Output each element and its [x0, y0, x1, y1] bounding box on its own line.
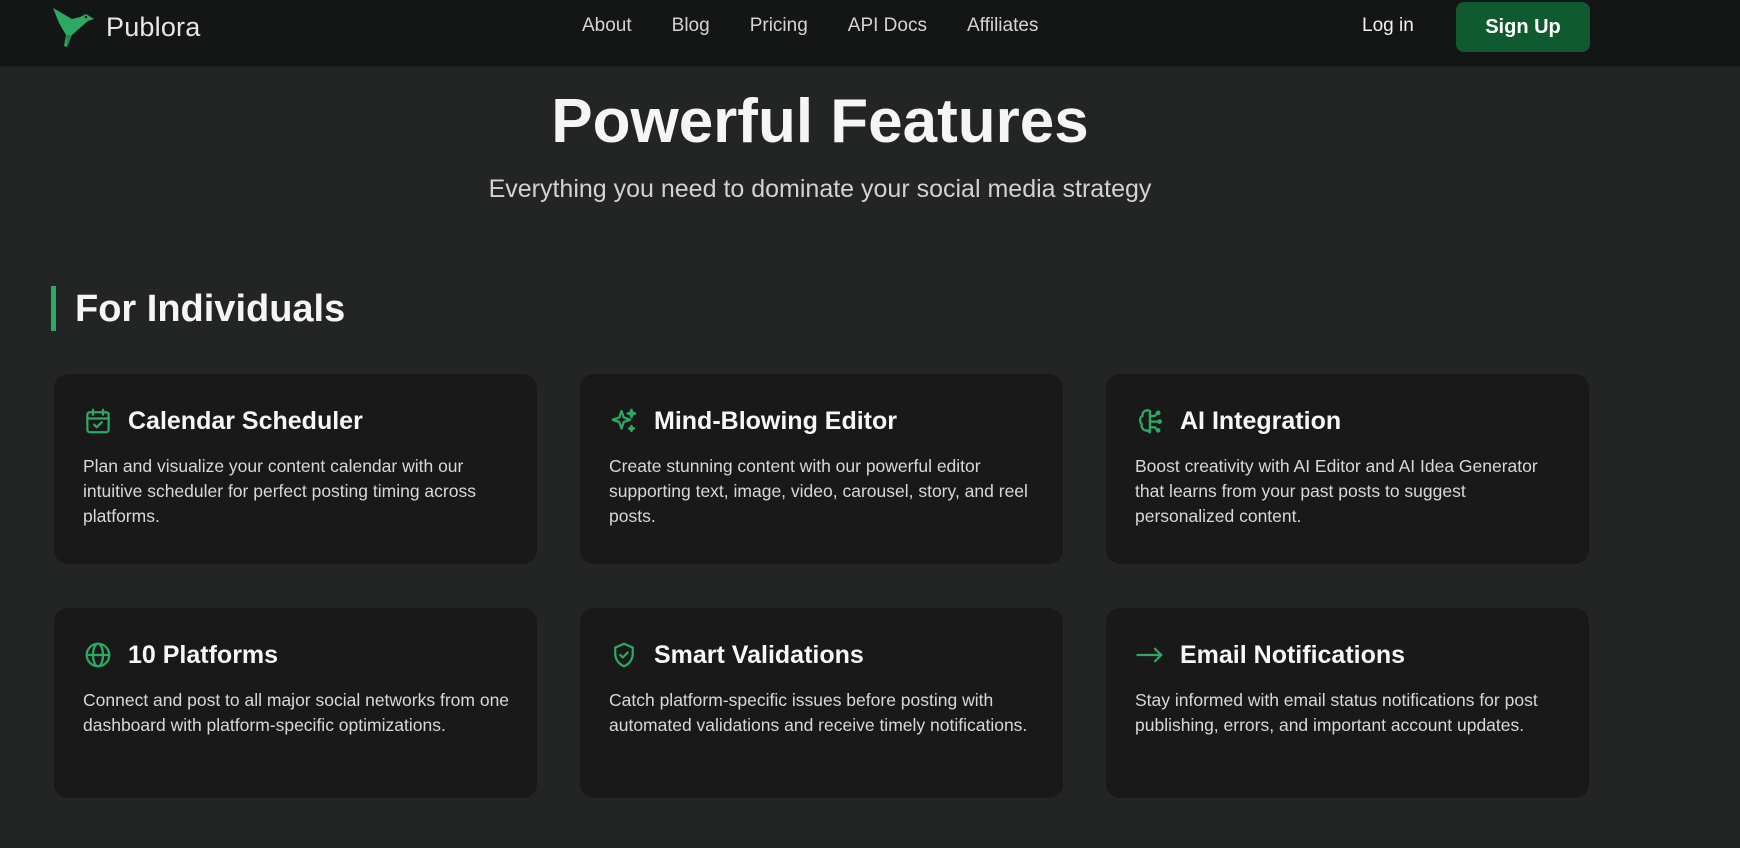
- feature-card-10-platforms: 10 Platforms Connect and post to all maj…: [54, 608, 537, 798]
- nav-link-pricing[interactable]: Pricing: [750, 14, 808, 38]
- login-link[interactable]: Log in: [1362, 14, 1414, 38]
- feature-card-smart-validations: Smart Validations Catch platform-specifi…: [580, 608, 1063, 798]
- feature-card-email-notifications: Email Notifications Stay informed with e…: [1106, 608, 1589, 798]
- feature-description: Stay informed with email status notifica…: [1135, 690, 1538, 735]
- feature-title: 10 Platforms: [128, 641, 279, 669]
- page-title: Powerful Features: [551, 87, 1089, 156]
- nav-link-blog[interactable]: Blog: [672, 14, 710, 38]
- nav-link-api-docs[interactable]: API Docs: [848, 14, 927, 38]
- nav-link-affiliates[interactable]: Affiliates: [967, 14, 1038, 38]
- feature-title: AI Integration: [1180, 407, 1342, 435]
- feature-title: Calendar Scheduler: [128, 407, 363, 435]
- feature-description: Connect and post to all major social net…: [83, 690, 510, 735]
- top-navbar: Publora About Blog Pricing API Docs Affi…: [0, 0, 1740, 66]
- sparkles-icon: [609, 406, 639, 436]
- signup-button[interactable]: Sign Up: [1456, 2, 1590, 52]
- feature-title: Smart Validations: [654, 641, 864, 669]
- section-accent-bar: [51, 286, 56, 331]
- feature-title: Mind-Blowing Editor: [654, 407, 898, 435]
- arrow-right-icon: [1135, 640, 1165, 670]
- feature-description: Plan and visualize your content calendar…: [83, 456, 476, 526]
- brand-name: Publora: [106, 11, 201, 42]
- hummingbird-logo-icon: [53, 8, 94, 47]
- feature-description: Boost creativity with AI Editor and AI I…: [1135, 456, 1538, 526]
- feature-description: Create stunning content with our powerfu…: [609, 456, 1028, 526]
- globe-icon: [83, 640, 113, 670]
- feature-card-calendar-scheduler: Calendar Scheduler Plan and visualize yo…: [54, 374, 537, 564]
- feature-title: Email Notifications: [1180, 641, 1406, 669]
- calendar-check-icon: [83, 406, 113, 436]
- feature-card-ai-integration: AI Integration Boost creativity with AI …: [1106, 374, 1589, 564]
- nav-link-about[interactable]: About: [582, 14, 632, 38]
- shield-check-icon: [609, 640, 639, 670]
- feature-card-mind-blowing-editor: Mind-Blowing Editor Create stunning cont…: [580, 374, 1063, 564]
- feature-description: Catch platform-specific issues before po…: [609, 690, 1028, 735]
- brain-icon: [1135, 406, 1165, 436]
- page-subtitle: Everything you need to dominate your soc…: [488, 175, 1152, 203]
- brand-logo[interactable]: Publora: [50, 5, 200, 49]
- nav-links: About Blog Pricing API Docs Affiliates: [582, 14, 1078, 38]
- section-title: For Individuals: [75, 288, 346, 330]
